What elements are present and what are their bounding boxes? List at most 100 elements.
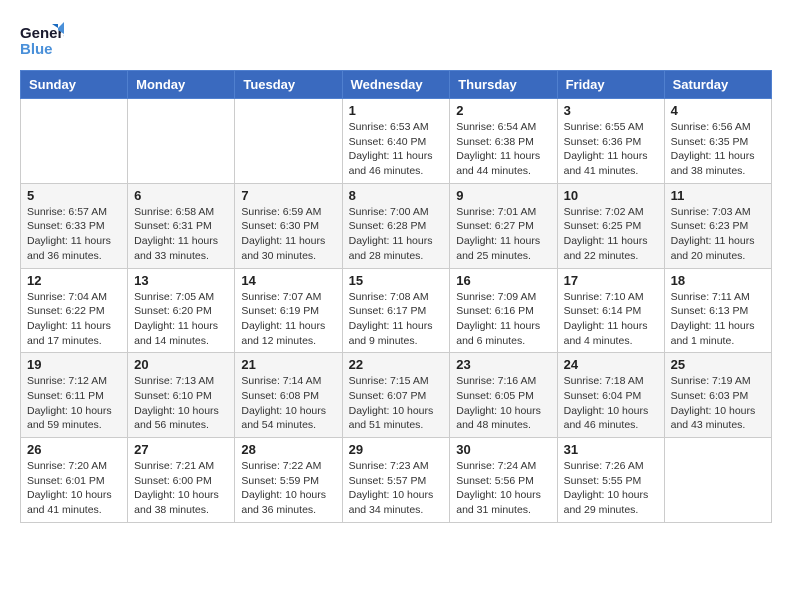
day-cell: 14 Sunrise: 7:07 AM Sunset: 6:19 PM Dayli…	[235, 268, 342, 353]
day-cell	[235, 99, 342, 184]
day-info: Sunrise: 7:13 AM Sunset: 6:10 PM Dayligh…	[134, 374, 228, 433]
day-info: Sunrise: 6:56 AM Sunset: 6:35 PM Dayligh…	[671, 120, 765, 179]
day-number: 11	[671, 188, 765, 203]
day-cell	[664, 438, 771, 523]
day-info: Sunrise: 7:11 AM Sunset: 6:13 PM Dayligh…	[671, 290, 765, 349]
day-info: Sunrise: 6:55 AM Sunset: 6:36 PM Dayligh…	[564, 120, 658, 179]
day-number: 21	[241, 357, 335, 372]
day-number: 4	[671, 103, 765, 118]
day-cell: 24Sunrise: 7:18 AM Sunset: 6:04 PM Dayli…	[557, 353, 664, 438]
day-info: Sunrise: 7:15 AM Sunset: 6:07 PM Dayligh…	[349, 374, 444, 433]
day-info: Sunrise: 6:58 AM Sunset: 6:31 PM Dayligh…	[134, 205, 228, 264]
day-info: Sunrise: 7:02 AM Sunset: 6:25 PM Dayligh…	[564, 205, 658, 264]
day-number: 19	[27, 357, 121, 372]
day-info: Sunrise: 7:08 AM Sunset: 6:17 PM Dayligh…	[349, 290, 444, 349]
day-info: Sunrise: 6:53 AM Sunset: 6:40 PM Dayligh…	[349, 120, 444, 179]
day-cell: 21Sunrise: 7:14 AM Sunset: 6:08 PM Dayli…	[235, 353, 342, 438]
day-info: Sunrise: 7:24 AM Sunset: 5:56 PM Dayligh…	[456, 459, 550, 518]
weekday-header-wednesday: Wednesday	[342, 71, 450, 99]
day-cell: 2 Sunrise: 6:54 AM Sunset: 6:38 PM Daylig…	[450, 99, 557, 184]
day-number: 5	[27, 188, 121, 203]
weekday-header-saturday: Saturday	[664, 71, 771, 99]
page-header: General Blue	[20, 20, 772, 60]
week-row-4: 19 Sunrise: 7:12 AM Sunset: 6:11 PM Dayli…	[21, 353, 772, 438]
day-info: Sunrise: 7:16 AM Sunset: 6:05 PM Dayligh…	[456, 374, 550, 433]
day-number: 27	[134, 442, 228, 457]
day-number: 29	[349, 442, 444, 457]
day-number: 10	[564, 188, 658, 203]
day-info: Sunrise: 7:09 AM Sunset: 6:16 PM Dayligh…	[456, 290, 550, 349]
week-row-5: 26 Sunrise: 7:20 AM Sunset: 6:01 PM Dayli…	[21, 438, 772, 523]
day-cell	[128, 99, 235, 184]
weekday-header-sunday: Sunday	[21, 71, 128, 99]
day-info: Sunrise: 7:12 AM Sunset: 6:11 PM Dayligh…	[27, 374, 121, 433]
day-cell: 23 Sunrise: 7:16 AM Sunset: 6:05 PM Dayli…	[450, 353, 557, 438]
day-info: Sunrise: 7:04 AM Sunset: 6:22 PM Dayligh…	[27, 290, 121, 349]
day-info: Sunrise: 6:59 AM Sunset: 6:30 PM Dayligh…	[241, 205, 335, 264]
day-cell: 22 Sunrise: 7:15 AM Sunset: 6:07 PM Dayli…	[342, 353, 450, 438]
day-cell: 6 Sunrise: 6:58 AM Sunset: 6:31 PM Daylig…	[128, 183, 235, 268]
day-number: 9	[456, 188, 550, 203]
logo: General Blue	[20, 20, 64, 60]
day-number: 30	[456, 442, 550, 457]
day-number: 25	[671, 357, 765, 372]
day-cell: 8 Sunrise: 7:00 AM Sunset: 6:28 PM Daylig…	[342, 183, 450, 268]
day-cell: 27 Sunrise: 7:21 AM Sunset: 6:00 PM Dayli…	[128, 438, 235, 523]
calendar-table: SundayMondayTuesdayWednesdayThursdayFrid…	[20, 70, 772, 523]
day-cell: 30 Sunrise: 7:24 AM Sunset: 5:56 PM Dayli…	[450, 438, 557, 523]
day-cell: 28 Sunrise: 7:22 AM Sunset: 5:59 PM Dayli…	[235, 438, 342, 523]
day-cell: 9Sunrise: 7:01 AM Sunset: 6:27 PM Daylig…	[450, 183, 557, 268]
weekday-header-friday: Friday	[557, 71, 664, 99]
day-number: 2	[456, 103, 550, 118]
day-cell: 16 Sunrise: 7:09 AM Sunset: 6:16 PM Dayli…	[450, 268, 557, 353]
day-number: 6	[134, 188, 228, 203]
day-cell: 18 Sunrise: 7:11 AM Sunset: 6:13 PM Dayli…	[664, 268, 771, 353]
day-number: 16	[456, 273, 550, 288]
day-info: Sunrise: 7:10 AM Sunset: 6:14 PM Dayligh…	[564, 290, 658, 349]
weekday-header-monday: Monday	[128, 71, 235, 99]
day-number: 20	[134, 357, 228, 372]
day-cell: 26 Sunrise: 7:20 AM Sunset: 6:01 PM Dayli…	[21, 438, 128, 523]
day-info: Sunrise: 6:54 AM Sunset: 6:38 PM Dayligh…	[456, 120, 550, 179]
weekday-header-tuesday: Tuesday	[235, 71, 342, 99]
day-number: 3	[564, 103, 658, 118]
day-cell: 11 Sunrise: 7:03 AM Sunset: 6:23 PM Dayli…	[664, 183, 771, 268]
day-cell: 7 Sunrise: 6:59 AM Sunset: 6:30 PM Daylig…	[235, 183, 342, 268]
day-info: Sunrise: 7:03 AM Sunset: 6:23 PM Dayligh…	[671, 205, 765, 264]
day-info: Sunrise: 7:21 AM Sunset: 6:00 PM Dayligh…	[134, 459, 228, 518]
day-cell: 31Sunrise: 7:26 AM Sunset: 5:55 PM Dayli…	[557, 438, 664, 523]
day-info: Sunrise: 7:22 AM Sunset: 5:59 PM Dayligh…	[241, 459, 335, 518]
day-number: 18	[671, 273, 765, 288]
day-info: Sunrise: 7:20 AM Sunset: 6:01 PM Dayligh…	[27, 459, 121, 518]
day-info: Sunrise: 7:26 AM Sunset: 5:55 PM Dayligh…	[564, 459, 658, 518]
day-number: 13	[134, 273, 228, 288]
day-number: 26	[27, 442, 121, 457]
weekday-header-row: SundayMondayTuesdayWednesdayThursdayFrid…	[21, 71, 772, 99]
day-number: 17	[564, 273, 658, 288]
day-number: 28	[241, 442, 335, 457]
week-row-2: 5Sunrise: 6:57 AM Sunset: 6:33 PM Daylig…	[21, 183, 772, 268]
day-cell: 25Sunrise: 7:19 AM Sunset: 6:03 PM Dayli…	[664, 353, 771, 438]
day-cell	[21, 99, 128, 184]
week-row-1: 1 Sunrise: 6:53 AM Sunset: 6:40 PM Daylig…	[21, 99, 772, 184]
day-info: Sunrise: 7:05 AM Sunset: 6:20 PM Dayligh…	[134, 290, 228, 349]
day-number: 15	[349, 273, 444, 288]
weekday-header-thursday: Thursday	[450, 71, 557, 99]
day-number: 8	[349, 188, 444, 203]
day-info: Sunrise: 7:00 AM Sunset: 6:28 PM Dayligh…	[349, 205, 444, 264]
day-number: 22	[349, 357, 444, 372]
week-row-3: 12Sunrise: 7:04 AM Sunset: 6:22 PM Dayli…	[21, 268, 772, 353]
day-number: 1	[349, 103, 444, 118]
day-cell: 15 Sunrise: 7:08 AM Sunset: 6:17 PM Dayli…	[342, 268, 450, 353]
day-cell: 12Sunrise: 7:04 AM Sunset: 6:22 PM Dayli…	[21, 268, 128, 353]
day-cell: 29Sunrise: 7:23 AM Sunset: 5:57 PM Dayli…	[342, 438, 450, 523]
day-number: 14	[241, 273, 335, 288]
day-info: Sunrise: 7:07 AM Sunset: 6:19 PM Dayligh…	[241, 290, 335, 349]
day-cell: 13 Sunrise: 7:05 AM Sunset: 6:20 PM Dayli…	[128, 268, 235, 353]
day-number: 24	[564, 357, 658, 372]
day-cell: 3 Sunrise: 6:55 AM Sunset: 6:36 PM Daylig…	[557, 99, 664, 184]
day-number: 7	[241, 188, 335, 203]
day-cell: 20 Sunrise: 7:13 AM Sunset: 6:10 PM Dayli…	[128, 353, 235, 438]
svg-text:Blue: Blue	[20, 41, 53, 58]
day-number: 23	[456, 357, 550, 372]
